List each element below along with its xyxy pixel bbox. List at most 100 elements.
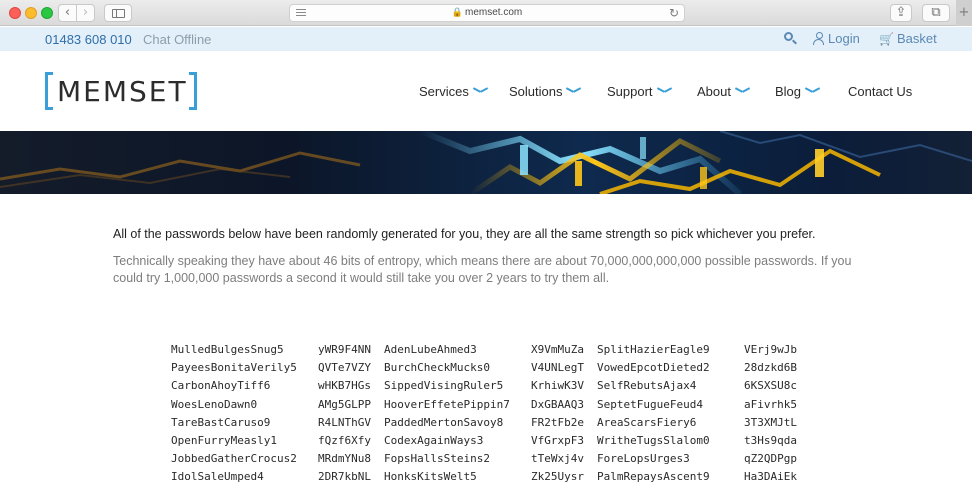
show-tabs-button[interactable]: ⧉ xyxy=(922,4,950,22)
chat-status[interactable]: Chat Offline xyxy=(143,32,211,47)
password-item[interactable]: JobbedGatherCrocus2 xyxy=(171,452,297,465)
password-item[interactable]: 2DR7kbNL xyxy=(318,470,371,483)
banner-graphic xyxy=(0,131,972,194)
chevron-down-icon xyxy=(657,86,671,94)
password-item[interactable]: KrhiwK3V xyxy=(531,379,584,392)
password-item[interactable]: CarbonAhoyTiff6 xyxy=(171,379,270,392)
password-item[interactable]: AreaScarsFiery6 xyxy=(597,416,696,429)
password-item[interactable]: yWR9F4NN xyxy=(318,343,371,356)
password-item[interactable]: OpenFurryMeasly1 xyxy=(171,434,277,447)
chevron-right-icon: › xyxy=(82,5,89,20)
password-item[interactable]: SplitHazierEagle9 xyxy=(597,343,710,356)
password-item[interactable]: MRdmYNu8 xyxy=(318,452,371,465)
login-link[interactable]: Login xyxy=(813,31,860,46)
nav-label: Services xyxy=(419,84,469,99)
nav-about[interactable]: About xyxy=(697,84,749,100)
password-item[interactable]: HooverEffetePippin7 xyxy=(384,398,510,411)
password-item[interactable]: 6KSXSU8c xyxy=(744,379,797,392)
phone-number-link[interactable]: 01483 608 010 xyxy=(45,32,132,47)
site-header: MEMSET Services Solutions Support About … xyxy=(0,51,972,131)
nav-label: Contact Us xyxy=(848,84,913,99)
password-item[interactable]: PayeesBonitaVerily5 xyxy=(171,361,297,374)
intro-text: All of the passwords below have been ran… xyxy=(113,226,853,287)
password-item[interactable]: FopsHallsSteins2 xyxy=(384,452,490,465)
password-item[interactable]: ForeLopsUrges3 xyxy=(597,452,690,465)
password-item[interactable]: FR2tFb2e xyxy=(531,416,584,429)
password-item[interactable]: WritheTugsSlalom0 xyxy=(597,434,710,447)
password-item[interactable]: R4LNThGV xyxy=(318,416,371,429)
password-item[interactable]: QVTe7VZY xyxy=(318,361,371,374)
password-item[interactable]: wHKB7HGs xyxy=(318,379,371,392)
password-item[interactable]: BurchCheckMucks0 xyxy=(384,361,490,374)
nav-contact-us[interactable]: Contact Us xyxy=(848,84,912,100)
password-item[interactable]: Ha3DAiEk xyxy=(744,470,797,483)
password-item[interactable]: fQzf6Xfy xyxy=(318,434,371,447)
share-icon: ⇪ xyxy=(895,5,907,20)
sidebar-icon xyxy=(112,9,125,18)
password-item[interactable]: SelfRebutsAjax4 xyxy=(597,379,696,392)
password-item[interactable]: HonksKitsWelt5 xyxy=(384,470,477,483)
sidebar-toggle-button[interactable] xyxy=(104,4,132,22)
password-item[interactable]: PalmRepaysAscent9 xyxy=(597,470,710,483)
password-item[interactable]: tTeWxj4v xyxy=(531,452,584,465)
zoom-window-button[interactable] xyxy=(41,7,53,19)
password-item[interactable]: VErj9wJb xyxy=(744,343,797,356)
nav-services[interactable]: Services xyxy=(419,84,487,100)
search-icon[interactable] xyxy=(783,31,798,46)
logo-text: MEMSET xyxy=(57,75,188,108)
password-item[interactable]: DxGBAAQ3 xyxy=(531,398,584,411)
password-item[interactable]: CodexAgainWays3 xyxy=(384,434,483,447)
password-item[interactable]: PaddedMertonSavoy8 xyxy=(384,416,503,429)
new-tab-button[interactable]: + xyxy=(956,0,972,26)
close-window-button[interactable] xyxy=(9,7,21,19)
share-button[interactable]: ⇪ xyxy=(890,4,912,22)
password-item[interactable]: VfGrxpF3 xyxy=(531,434,584,447)
password-item[interactable]: X9VmMuZa xyxy=(531,343,584,356)
entropy-paragraph: Technically speaking they have about 46 … xyxy=(113,254,852,285)
password-item[interactable]: WoesLenoDawn0 xyxy=(171,398,257,411)
utility-bar: 01483 608 010 Chat Offline Login 🛒 Basket xyxy=(0,27,972,51)
login-label: Login xyxy=(828,31,860,46)
password-item[interactable]: AdenLubeAhmed3 xyxy=(384,343,477,356)
chevron-down-icon xyxy=(735,86,749,94)
password-item[interactable]: IdolSaleUmped4 xyxy=(171,470,264,483)
password-item[interactable]: qZ2QDPgp xyxy=(744,452,797,465)
lock-icon: 🔒 xyxy=(451,7,463,17)
password-item[interactable]: 28dzkd6B xyxy=(744,361,797,374)
forward-button[interactable]: › xyxy=(76,4,95,22)
password-item[interactable]: V4UNLegT xyxy=(531,361,584,374)
password-item[interactable]: SeptetFugueFeud4 xyxy=(597,398,703,411)
password-row: TareBastCaruso9 R4LNThGV PaddedMertonSavoy… xyxy=(171,416,831,434)
password-item[interactable]: VowedEpcotDieted2 xyxy=(597,361,710,374)
password-item[interactable]: aFivrhk5 xyxy=(744,398,797,411)
logo-bracket-right xyxy=(189,72,197,110)
basket-link[interactable]: 🛒 Basket xyxy=(879,31,937,46)
intro-paragraph: All of the passwords below have been ran… xyxy=(113,227,816,241)
password-row: CarbonAhoyTiff6 wHKB7HGs SippedVisingRuler… xyxy=(171,379,831,397)
nav-support[interactable]: Support xyxy=(607,84,671,100)
cart-icon: 🛒 xyxy=(879,32,894,46)
password-item[interactable]: AMg5GLPP xyxy=(318,398,371,411)
chevron-left-icon: ‹ xyxy=(64,5,71,20)
back-button[interactable]: ‹ xyxy=(58,4,77,22)
password-row: IdolSaleUmped4 2DR7kbNL HonksKitsWelt5 Zk25… xyxy=(171,470,831,487)
nav-blog[interactable]: Blog xyxy=(775,84,819,100)
password-item[interactable]: 3T3XMJtL xyxy=(744,416,797,429)
nav-label: Blog xyxy=(775,84,802,99)
password-row: MulledBulgesSnug5 yWR9F4NN AdenLubeAhmed3 X… xyxy=(171,343,831,361)
password-item[interactable]: SippedVisingRuler5 xyxy=(384,379,503,392)
url-display: 🔒 memset.com xyxy=(290,7,684,18)
logo-bracket-left xyxy=(45,72,53,110)
user-icon xyxy=(813,32,824,45)
password-item[interactable]: TareBastCaruso9 xyxy=(171,416,270,429)
password-item[interactable]: MulledBulgesSnug5 xyxy=(171,343,284,356)
hero-banner xyxy=(0,131,972,194)
chevron-down-icon xyxy=(566,86,580,94)
nav-label: About xyxy=(697,84,731,99)
reload-icon[interactable]: ↻ xyxy=(669,6,679,20)
password-item[interactable]: Zk25Uysr xyxy=(531,470,584,483)
address-bar[interactable]: 🔒 memset.com ↻ xyxy=(289,4,685,22)
minimize-window-button[interactable] xyxy=(25,7,37,19)
password-item[interactable]: t3Hs9qda xyxy=(744,434,797,447)
nav-solutions[interactable]: Solutions xyxy=(509,84,580,100)
